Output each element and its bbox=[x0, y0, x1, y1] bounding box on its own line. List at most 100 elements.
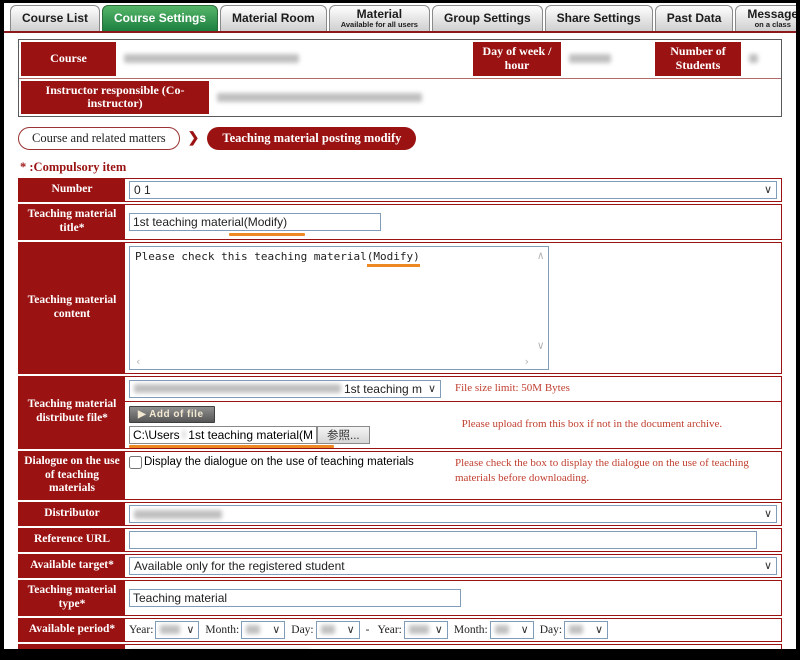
row-distribute-file: Teaching material distribute file* 1st t… bbox=[18, 376, 782, 449]
distributor-select[interactable]: ∨ bbox=[129, 505, 777, 523]
day-hour-label: Day of week / hour bbox=[473, 42, 561, 76]
reference-url-input[interactable] bbox=[129, 531, 757, 549]
tab-past-data[interactable]: Past Data bbox=[655, 5, 734, 31]
chevron-down-icon: ∨ bbox=[186, 623, 194, 636]
instructor-value bbox=[211, 79, 781, 117]
tab-material-room[interactable]: Material Room bbox=[220, 5, 327, 31]
add-file-button[interactable]: ▶ Add of file bbox=[129, 406, 215, 423]
scrollbar-right-icon[interactable]: › bbox=[523, 356, 530, 367]
chevron-down-icon: ∨ bbox=[347, 623, 355, 636]
tab-bar: Course List Course Settings Material Roo… bbox=[4, 3, 796, 33]
page: Course List Course Settings Material Roo… bbox=[4, 3, 796, 649]
chevron-right-icon: ❯ bbox=[188, 130, 200, 147]
content-label: Teaching material content bbox=[19, 243, 125, 373]
chevron-down-icon: ∨ bbox=[521, 623, 529, 636]
modify-annotation-mark: (Modify) bbox=[367, 250, 420, 267]
distribute-file-label: Teaching material distribute file* bbox=[19, 377, 125, 448]
file-path-annotation-underline bbox=[129, 445, 334, 448]
redacted-students bbox=[749, 54, 758, 63]
period-end-day-select[interactable]: ∨ bbox=[564, 621, 608, 639]
tab-course-settings[interactable]: Course Settings bbox=[102, 5, 218, 31]
course-info-table: Course Day of week / hour Number of Stud… bbox=[18, 39, 782, 117]
period-end-year-label: Year: bbox=[377, 624, 401, 636]
play-icon: ▶ bbox=[138, 409, 146, 420]
chevron-down-icon: ∨ bbox=[435, 623, 443, 636]
dialogue-checkbox-label: Display the dialogue on the use of teach… bbox=[144, 456, 414, 468]
chevron-down-icon: ∨ bbox=[764, 507, 772, 520]
row-distributor: Distributor ∨ bbox=[18, 502, 782, 526]
available-target-select[interactable]: Available only for the registered studen… bbox=[129, 557, 777, 575]
number-label: Number bbox=[19, 179, 125, 201]
redacted-instructor bbox=[217, 93, 422, 102]
period-start-month-label: Month: bbox=[205, 624, 239, 636]
compulsory-note: * :Compulsory item bbox=[20, 160, 796, 175]
number-select[interactable]: 0 1 ∨ bbox=[129, 181, 777, 199]
breadcrumb-current-page: Teaching material posting modify bbox=[207, 127, 416, 150]
period-end-day-label: Day: bbox=[540, 624, 562, 636]
redacted-file-name bbox=[134, 384, 341, 393]
course-value bbox=[118, 40, 471, 78]
chevron-down-icon: ∨ bbox=[428, 382, 436, 395]
tab-group-settings[interactable]: Group Settings bbox=[432, 5, 543, 31]
dialogue-label: Dialogue on the use of teaching material… bbox=[19, 452, 125, 499]
chevron-down-icon: ∨ bbox=[272, 623, 280, 636]
tab-share-settings[interactable]: Share Settings bbox=[545, 5, 653, 31]
period-end-month-select[interactable]: ∨ bbox=[490, 621, 534, 639]
course-info-row-2: Instructor responsible (Co-instructor) bbox=[19, 78, 781, 117]
chevron-down-icon: ∨ bbox=[764, 183, 772, 196]
course-info-row-1: Course Day of week / hour Number of Stud… bbox=[19, 40, 781, 78]
scrollbar-up-icon[interactable]: ∧ bbox=[537, 250, 544, 261]
period-start-month-select[interactable]: ∨ bbox=[241, 621, 285, 639]
tab-material[interactable]: MaterialAvailable for all users bbox=[329, 5, 430, 31]
tab-message[interactable]: Messageon a class bbox=[735, 5, 796, 31]
redacted-course-name bbox=[124, 54, 299, 63]
available-target-label: Available target* bbox=[19, 555, 125, 577]
row-content: Teaching material content Please check t… bbox=[18, 242, 782, 374]
distributor-label: Distributor bbox=[19, 503, 125, 525]
file-path-input[interactable]: C:\Users 1st teaching material(M bbox=[129, 426, 317, 444]
distribute-file-select[interactable]: 1st teaching m ∨ bbox=[129, 380, 441, 398]
row-updated-by: Updated by (last modified) bbox=[18, 644, 782, 649]
browse-button[interactable]: 参照... bbox=[317, 426, 370, 444]
tab-course-list[interactable]: Course List bbox=[10, 5, 100, 31]
row-dialogue: Dialogue on the use of teaching material… bbox=[18, 451, 782, 500]
content-textarea[interactable]: Please check this teaching material(Modi… bbox=[129, 246, 549, 370]
dialogue-checkbox[interactable] bbox=[129, 456, 142, 469]
period-start-day-label: Day: bbox=[291, 624, 313, 636]
period-start-year-select[interactable]: ∨ bbox=[155, 621, 199, 639]
row-available-period: Available period* Year: ∨ Month: ∨ Day: … bbox=[18, 618, 782, 642]
period-start-year-label: Year: bbox=[129, 624, 153, 636]
redacted-distributor bbox=[134, 510, 222, 519]
reference-url-label: Reference URL bbox=[19, 529, 125, 551]
row-material-type: Teaching material type* bbox=[18, 580, 782, 616]
available-period-label: Available period* bbox=[19, 619, 125, 641]
chevron-down-icon: ∨ bbox=[764, 559, 772, 572]
dialogue-note: Please check the box to display the dial… bbox=[455, 456, 777, 486]
students-value bbox=[743, 40, 781, 78]
course-label: Course bbox=[21, 42, 116, 76]
chevron-down-icon: ∨ bbox=[595, 623, 603, 636]
upload-note: Please upload from this box if not in th… bbox=[462, 417, 723, 432]
breadcrumb-course-related[interactable]: Course and related matters bbox=[18, 127, 180, 150]
title-input[interactable] bbox=[129, 213, 381, 231]
redacted-user-folder bbox=[183, 430, 186, 439]
redacted-day-hour bbox=[569, 54, 611, 63]
row-title: Teaching material title* bbox=[18, 204, 782, 240]
material-type-label: Teaching material type* bbox=[19, 581, 125, 615]
scrollbar-left-icon[interactable]: ‹ bbox=[135, 356, 142, 367]
scrollbar-down-icon[interactable]: ∨ bbox=[537, 340, 544, 351]
period-separator: - bbox=[366, 624, 370, 636]
title-label: Teaching material title* bbox=[19, 205, 125, 239]
modify-annotation-underline bbox=[229, 233, 305, 236]
row-reference-url: Reference URL bbox=[18, 528, 782, 552]
students-label: Number of Students bbox=[655, 42, 741, 76]
period-start-day-select[interactable]: ∨ bbox=[316, 621, 360, 639]
period-end-year-select[interactable]: ∨ bbox=[404, 621, 448, 639]
breadcrumb: Course and related matters ❯ Teaching ma… bbox=[18, 127, 796, 150]
period-end-month-label: Month: bbox=[454, 624, 488, 636]
material-type-input[interactable] bbox=[129, 589, 461, 607]
file-size-note: File size limit: 50M Bytes bbox=[455, 381, 570, 396]
material-form: Number 0 1 ∨ Teaching material title* Te… bbox=[18, 178, 782, 649]
row-available-target: Available target* Available only for the… bbox=[18, 554, 782, 578]
instructor-label: Instructor responsible (Co-instructor) bbox=[21, 81, 209, 115]
